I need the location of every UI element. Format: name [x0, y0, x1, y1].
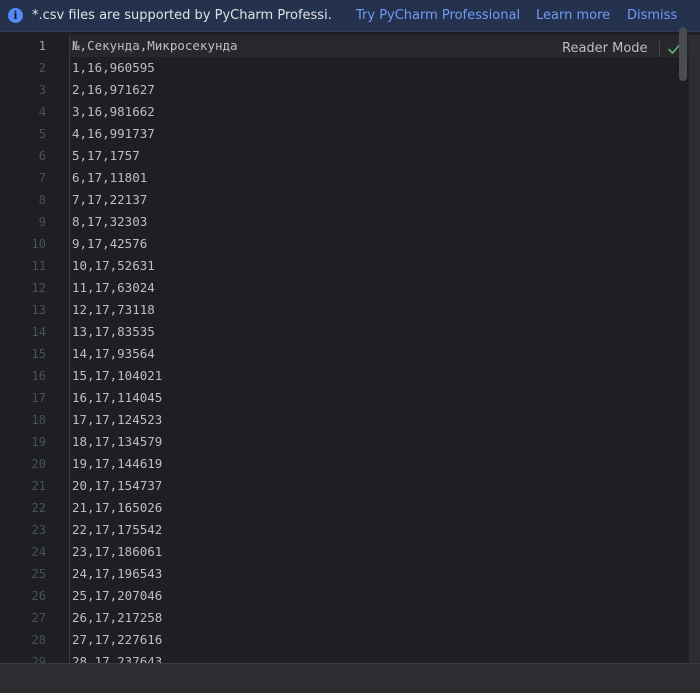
code-line[interactable]: 20,17,154737 — [72, 475, 238, 497]
code-line[interactable]: 25,17,207046 — [72, 585, 238, 607]
line-number: 6 — [38, 149, 46, 163]
code-line[interactable]: 9,17,42576 — [72, 233, 238, 255]
line-number: 18 — [31, 413, 46, 427]
code-line[interactable]: 18,17,134579 — [72, 431, 238, 453]
line-number: 15 — [31, 347, 46, 361]
notification-banner: i *.csv files are supported by PyCharm P… — [0, 0, 700, 32]
code-line[interactable]: 2,16,971627 — [72, 79, 238, 101]
line-number: 29 — [31, 655, 46, 663]
line-number: 20 — [31, 457, 46, 471]
line-number: 25 — [31, 567, 46, 581]
vertical-scrollbar-thumb[interactable] — [679, 27, 687, 81]
code-line[interactable]: 14,17,93564 — [72, 343, 238, 365]
info-icon: i — [8, 8, 23, 23]
line-number: 1 — [38, 39, 46, 53]
code-line[interactable]: 4,16,991737 — [72, 123, 238, 145]
horizontal-scrollbar[interactable] — [0, 663, 700, 693]
line-number: 21 — [31, 479, 46, 493]
line-number: 22 — [31, 501, 46, 515]
learn-more-link[interactable]: Learn more — [536, 8, 610, 23]
line-number: 16 — [31, 369, 46, 383]
code-line[interactable]: 24,17,196543 — [72, 563, 238, 585]
code-line[interactable]: 13,17,83535 — [72, 321, 238, 343]
code-line[interactable]: 5,17,1757 — [72, 145, 238, 167]
line-number: 10 — [31, 237, 46, 251]
code-line[interactable]: 11,17,63024 — [72, 277, 238, 299]
line-number: 27 — [31, 611, 46, 625]
gutter-divider — [69, 35, 70, 663]
code-line[interactable]: 19,17,144619 — [72, 453, 238, 475]
line-number: 14 — [31, 325, 46, 339]
line-number: 2 — [38, 61, 46, 75]
code-line[interactable]: 23,17,186061 — [72, 541, 238, 563]
code-line[interactable]: 17,17,124523 — [72, 409, 238, 431]
code-line[interactable]: 21,17,165026 — [72, 497, 238, 519]
line-number: 9 — [38, 215, 46, 229]
line-number: 8 — [38, 193, 46, 207]
code-line[interactable]: 12,17,73118 — [72, 299, 238, 321]
code-line[interactable]: 8,17,32303 — [72, 211, 238, 233]
code-line[interactable]: 1,16,960595 — [72, 57, 238, 79]
code-line[interactable]: 3,16,981662 — [72, 101, 238, 123]
line-number: 3 — [38, 83, 46, 97]
line-number: 17 — [31, 391, 46, 405]
scrollbar-area — [689, 35, 700, 663]
code-line[interactable]: 22,17,175542 — [72, 519, 238, 541]
line-number: 26 — [31, 589, 46, 603]
code-line[interactable]: 28,17,237643 — [72, 651, 238, 663]
code-line[interactable]: 7,17,22137 — [72, 189, 238, 211]
code-line[interactable]: 15,17,104021 — [72, 365, 238, 387]
line-numbers: 1 2 3 4 5 6 7 8 9 10 11 12 13 14 15 16 17 18 19 20 21 22 23 24 2… — [0, 35, 46, 663]
code-line[interactable]: 26,17,217258 — [72, 607, 238, 629]
line-number: 23 — [31, 523, 46, 537]
code-editor[interactable]: 1 2 3 4 5 6 7 8 9 10 11 12 13 14 15 16 17 18 19 20 21 22 23 24 2… — [0, 35, 700, 663]
dismiss-link[interactable]: Dismiss — [627, 8, 677, 23]
line-number: 24 — [31, 545, 46, 559]
code-line[interactable]: 16,17,114045 — [72, 387, 238, 409]
code-line[interactable]: 10,17,52631 — [72, 255, 238, 277]
line-number: 13 — [31, 303, 46, 317]
line-number: 4 — [38, 105, 46, 119]
code-line[interactable]: №,Секунда,Микросекунда — [72, 35, 238, 57]
line-number: 5 — [38, 127, 46, 141]
line-number: 12 — [31, 281, 46, 295]
code-line[interactable]: 6,17,11801 — [72, 167, 238, 189]
reader-mode-button[interactable]: Reader Mode — [562, 41, 648, 56]
code-content[interactable]: №,Секунда,Микросекунда 1,16,960595 2,16,97… — [72, 35, 238, 663]
line-number: 28 — [31, 633, 46, 647]
code-line[interactable]: 27,17,227616 — [72, 629, 238, 651]
editor-window: i *.csv files are supported by PyCharm P… — [0, 0, 700, 693]
try-pycharm-professional-link[interactable]: Try PyCharm Professional — [356, 8, 520, 23]
line-number: 19 — [31, 435, 46, 449]
banner-message: *.csv files are supported by PyCharm Pro… — [32, 8, 332, 23]
line-number: 11 — [31, 259, 46, 273]
widget-divider — [659, 41, 660, 57]
line-number: 7 — [38, 171, 46, 185]
line-number-gutter[interactable]: 1 2 3 4 5 6 7 8 9 10 11 12 13 14 15 16 17 18 19 20 21 22 23 24 2… — [0, 35, 70, 663]
